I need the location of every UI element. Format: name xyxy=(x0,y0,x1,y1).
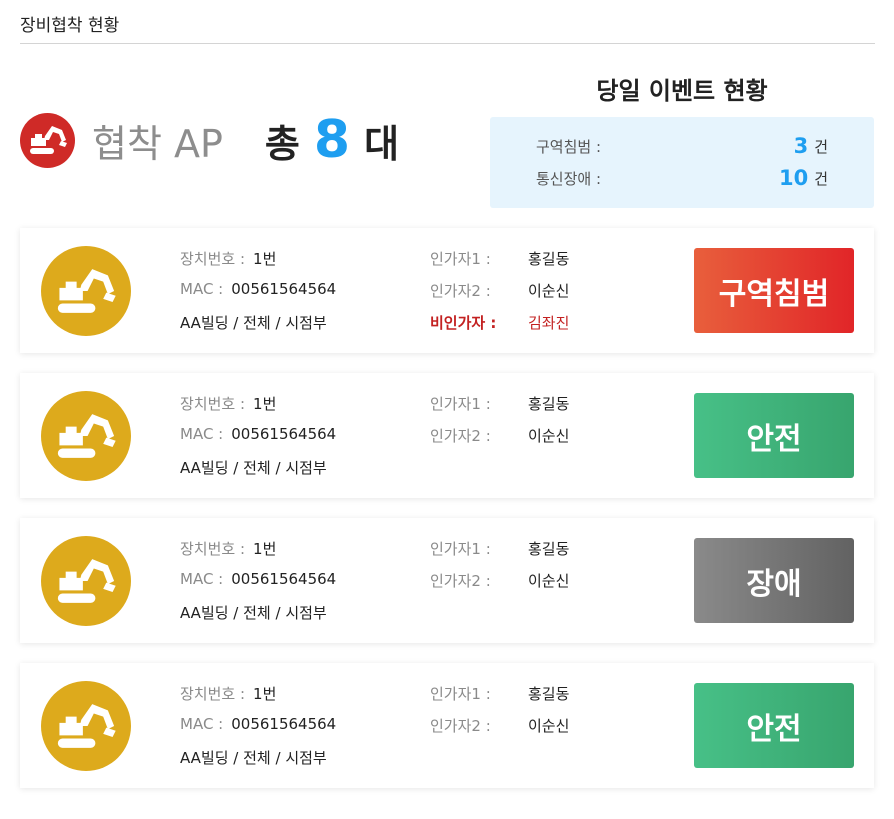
excavator-icon xyxy=(41,391,131,481)
location-field: AA빌딩 / 전체 / 시점부 xyxy=(180,602,327,623)
location-value: AA빌딩 / 전체 / 시점부 xyxy=(180,749,327,767)
status-button-intrusion[interactable]: 구역침범 xyxy=(694,248,854,333)
unauthorized-field: 비인가자 : 김좌진 xyxy=(430,312,569,333)
mac-label: MAC : xyxy=(180,425,224,443)
location-field: AA빌딩 / 전체 / 시점부 xyxy=(180,747,327,768)
authorized1-field: 인가자1 : 홍길동 xyxy=(430,538,569,559)
authorized1-value: 홍길동 xyxy=(528,540,570,558)
authorized1-label: 인가자1 : xyxy=(430,250,491,268)
authorized2-value: 이순신 xyxy=(528,427,570,445)
authorized1-label: 인가자1 : xyxy=(430,540,491,558)
authorized2-label: 인가자2 : xyxy=(430,427,491,445)
location-field: AA빌딩 / 전체 / 시점부 xyxy=(180,457,327,478)
excavator-icon xyxy=(41,536,131,626)
title-divider xyxy=(20,43,875,44)
excavator-icon xyxy=(41,681,131,771)
device-number-field: 장치번호 : 1번 xyxy=(180,248,276,269)
device-number-label: 장치번호 : xyxy=(180,250,246,268)
event-row-intrusion: 구역침범 : 3 건 xyxy=(536,131,828,161)
event-unit: 건 xyxy=(814,169,828,188)
events-title: 당일 이벤트 현황 xyxy=(596,77,768,105)
mac-field: MAC : 00561564564 xyxy=(180,715,336,733)
authorized1-field: 인가자1 : 홍길동 xyxy=(430,683,569,704)
total-count-display: 총 8 대 xyxy=(265,113,399,168)
authorized1-label: 인가자1 : xyxy=(430,395,491,413)
mac-value: 00561564564 xyxy=(231,280,337,298)
device-number-label: 장치번호 : xyxy=(180,685,246,703)
authorized1-value: 홍길동 xyxy=(528,395,570,413)
status-button-safe[interactable]: 안전 xyxy=(694,683,854,768)
location-value: AA빌딩 / 전체 / 시점부 xyxy=(180,314,327,332)
authorized2-field: 인가자2 : 이순신 xyxy=(430,715,569,736)
location-value: AA빌딩 / 전체 / 시점부 xyxy=(180,604,327,622)
total-count: 8 xyxy=(313,109,351,170)
location-value: AA빌딩 / 전체 / 시점부 xyxy=(180,459,327,477)
authorized1-field: 인가자1 : 홍길동 xyxy=(430,248,569,269)
event-count: 10 xyxy=(778,166,809,190)
device-card: 장치번호 : 1번 MAC : 00561564564 AA빌딩 / 전체 / … xyxy=(20,663,874,788)
device-number-value: 1번 xyxy=(253,395,277,413)
event-unit: 건 xyxy=(814,137,828,156)
device-number-label: 장치번호 : xyxy=(180,540,246,558)
mac-value: 00561564564 xyxy=(231,715,337,733)
excavator-icon xyxy=(20,112,75,168)
device-number-label: 장치번호 : xyxy=(180,395,246,413)
device-number-field: 장치번호 : 1번 xyxy=(180,683,276,704)
status-button-safe[interactable]: 안전 xyxy=(694,393,854,478)
mac-label: MAC : xyxy=(180,280,224,298)
authorized2-value: 이순신 xyxy=(528,282,570,300)
mac-field: MAC : 00561564564 xyxy=(180,570,336,588)
device-number-value: 1번 xyxy=(253,540,277,558)
unauthorized-label: 비인가자 : xyxy=(430,314,497,332)
authorized2-field: 인가자2 : 이순신 xyxy=(430,425,569,446)
page-title: 장비협착 현황 xyxy=(20,16,120,36)
device-number-value: 1번 xyxy=(253,685,277,703)
mac-value: 00561564564 xyxy=(231,425,337,443)
authorized2-field: 인가자2 : 이순신 xyxy=(430,570,569,591)
total-suffix: 대 xyxy=(364,121,400,166)
events-panel: 구역침범 : 3 건 통신장애 : 10 건 xyxy=(490,117,874,208)
authorized2-field: 인가자2 : 이순신 xyxy=(430,280,569,301)
mac-field: MAC : 00561564564 xyxy=(180,280,336,298)
mac-label: MAC : xyxy=(180,570,224,588)
mac-label: MAC : xyxy=(180,715,224,733)
device-number-field: 장치번호 : 1번 xyxy=(180,538,276,559)
authorized2-value: 이순신 xyxy=(528,572,570,590)
event-label: 구역침범 : xyxy=(536,137,602,156)
device-card: 장치번호 : 1번 MAC : 00561564564 AA빌딩 / 전체 / … xyxy=(20,518,874,643)
summary-panel: 협착 AP 총 8 대 xyxy=(20,108,399,172)
event-count: 3 xyxy=(793,134,809,158)
device-card: 장치번호 : 1번 MAC : 00561564564 AA빌딩 / 전체 / … xyxy=(20,228,874,353)
authorized2-label: 인가자2 : xyxy=(430,282,491,300)
event-label: 통신장애 : xyxy=(536,169,602,188)
authorized1-label: 인가자1 : xyxy=(430,685,491,703)
device-number-value: 1번 xyxy=(253,250,277,268)
authorized2-value: 이순신 xyxy=(528,717,570,735)
device-card: 장치번호 : 1번 MAC : 00561564564 AA빌딩 / 전체 / … xyxy=(20,373,874,498)
summary-label: 협착 AP xyxy=(92,121,223,166)
unauthorized-value: 김좌진 xyxy=(528,314,570,332)
status-button-fault[interactable]: 장애 xyxy=(694,538,854,623)
authorized1-field: 인가자1 : 홍길동 xyxy=(430,393,569,414)
mac-field: MAC : 00561564564 xyxy=(180,425,336,443)
authorized1-value: 홍길동 xyxy=(528,685,570,703)
device-number-field: 장치번호 : 1번 xyxy=(180,393,276,414)
excavator-icon xyxy=(41,246,131,336)
total-prefix: 총 xyxy=(264,121,300,166)
authorized1-value: 홍길동 xyxy=(528,250,570,268)
mac-value: 00561564564 xyxy=(231,570,337,588)
event-row-comm-fault: 통신장애 : 10 건 xyxy=(536,163,828,193)
location-field: AA빌딩 / 전체 / 시점부 xyxy=(180,312,327,333)
authorized2-label: 인가자2 : xyxy=(430,572,491,590)
authorized2-label: 인가자2 : xyxy=(430,717,491,735)
